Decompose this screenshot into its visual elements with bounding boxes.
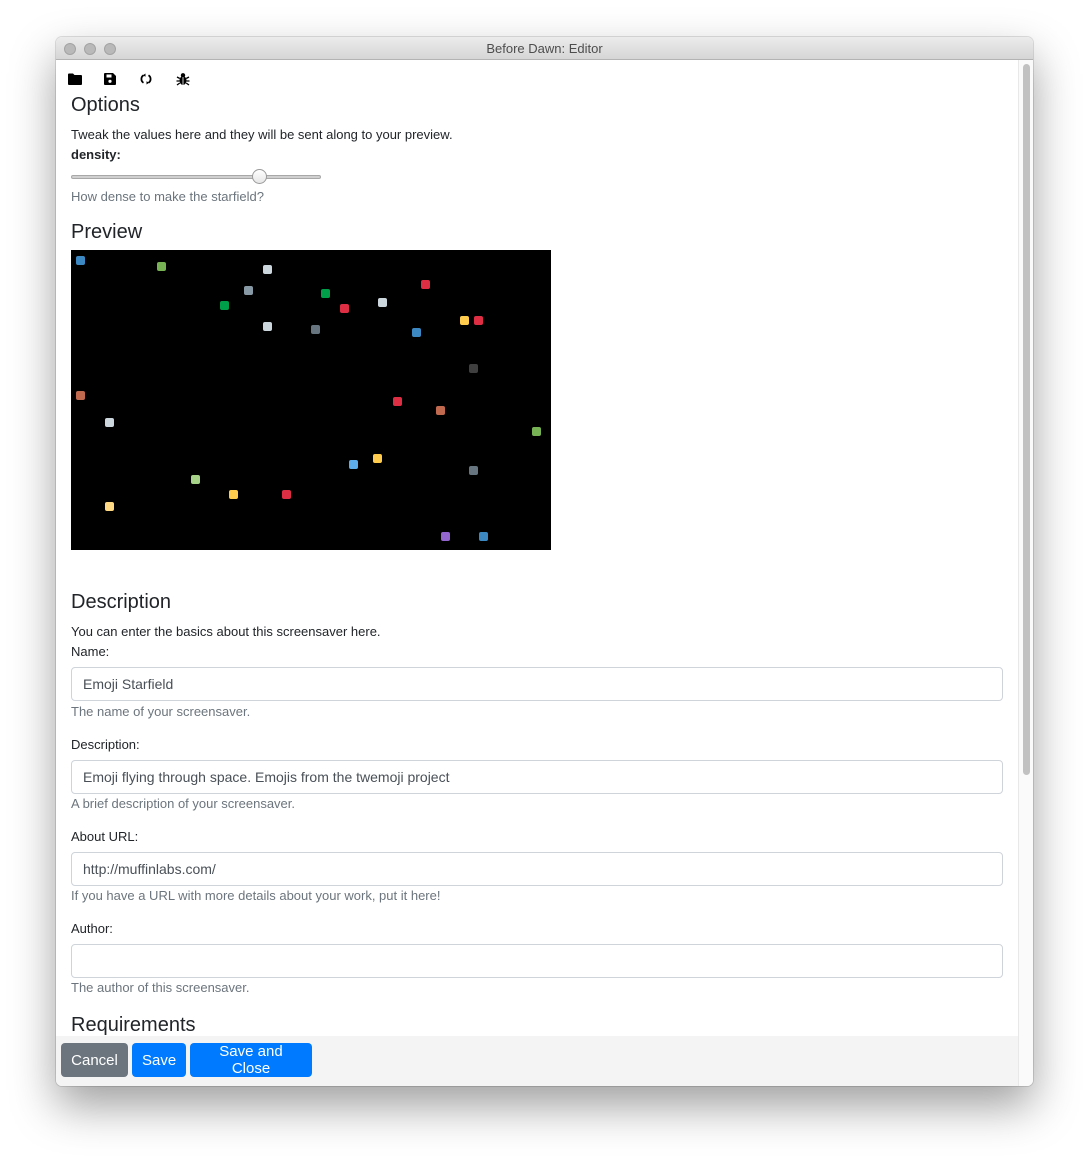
density-slider[interactable] (71, 167, 321, 187)
emoji-sprite (75, 256, 85, 265)
emoji-sprite (219, 301, 229, 310)
emoji-sprite (421, 280, 431, 289)
author-input[interactable] (71, 944, 1003, 978)
emoji-sprite (263, 265, 272, 274)
bug-icon (176, 73, 190, 86)
emoji-sprite (459, 316, 469, 325)
toolbar (68, 70, 212, 88)
editor-form: Options Tweak the values here and they w… (71, 93, 1003, 1037)
field-about-url: About URL: If you have a URL with more d… (71, 827, 1003, 905)
emoji-sprite (411, 328, 421, 337)
debug-button[interactable] (176, 70, 212, 88)
options-heading: Options (71, 94, 140, 116)
author-help: The author of this screensaver. (71, 980, 250, 995)
about-url-input[interactable] (71, 852, 1003, 886)
field-author: Author: The author of this screensaver. (71, 919, 1003, 997)
emoji-sprite (435, 406, 445, 415)
emoji-sprite (320, 289, 330, 298)
save-and-close-button[interactable]: Save and Close (190, 1043, 312, 1077)
emoji-sprite (104, 418, 114, 427)
emoji-sprite (282, 490, 292, 499)
description-intro: You can enter the basics about this scre… (71, 624, 381, 639)
emoji-sprite (531, 427, 541, 436)
emoji-sprite (469, 466, 479, 475)
emoji-sprite (311, 325, 320, 334)
emoji-sprite (75, 391, 85, 400)
preview-heading: Preview (71, 221, 143, 243)
field-description: Description: A brief description of your… (71, 735, 1003, 813)
name-label: Name: (71, 644, 110, 659)
reload-preview-button[interactable] (140, 70, 176, 88)
cancel-button[interactable]: Cancel (61, 1043, 128, 1077)
scrollbar-thumb[interactable] (1023, 64, 1030, 775)
density-label: density: (71, 147, 121, 162)
title-bar[interactable]: Before Dawn: Editor (56, 37, 1033, 60)
vertical-scrollbar[interactable] (1018, 60, 1033, 1086)
field-name: Name: The name of your screensaver. (71, 642, 1003, 721)
emoji-sprite (440, 532, 450, 541)
save-file-button[interactable] (104, 70, 140, 88)
refresh-icon (140, 73, 152, 85)
about-url-help: If you have a URL with more details abou… (71, 888, 441, 903)
options-intro: Tweak the values here and they will be s… (71, 127, 453, 142)
emoji-sprite (229, 490, 239, 499)
preview-canvas (71, 250, 551, 550)
description-help: A brief description of your screensaver. (71, 796, 296, 811)
emoji-sprite (474, 316, 484, 325)
emoji-sprite (339, 304, 349, 313)
density-help: How dense to make the starfield? (71, 189, 264, 204)
emoji-sprite (157, 262, 167, 271)
editor-content: Options Tweak the values here and they w… (56, 60, 1018, 1086)
name-input[interactable] (71, 667, 1003, 701)
emoji-sprite (373, 454, 383, 463)
emoji-sprite (469, 364, 479, 373)
name-help: The name of your screensaver. (71, 704, 251, 719)
emoji-sprite (263, 322, 272, 331)
open-folder-button[interactable] (68, 70, 104, 88)
about-url-label: About URL: (71, 829, 139, 844)
floppy-disk-icon (104, 73, 116, 85)
density-slider-thumb[interactable] (251, 169, 267, 184)
emoji-sprite (191, 475, 200, 484)
density-slider-track[interactable] (71, 175, 321, 179)
emoji-sprite (243, 286, 253, 295)
emoji-sprite (104, 502, 114, 511)
folder-icon (68, 73, 82, 85)
emoji-sprite (378, 298, 388, 307)
footer-bar: Cancel Save Save and Close (56, 1036, 1018, 1086)
description-label: Description: (71, 737, 140, 752)
emoji-sprite (349, 460, 359, 469)
requirements-heading: Requirements (71, 1014, 196, 1036)
save-button[interactable]: Save (132, 1043, 186, 1077)
emoji-sprite (392, 397, 402, 406)
description-heading: Description (71, 591, 172, 613)
author-label: Author: (71, 921, 113, 936)
editor-window: Before Dawn: Editor Options Tweak the va… (56, 37, 1033, 1086)
description-input[interactable] (71, 760, 1003, 794)
window-title: Before Dawn: Editor (486, 41, 603, 56)
emoji-sprite (479, 532, 488, 541)
